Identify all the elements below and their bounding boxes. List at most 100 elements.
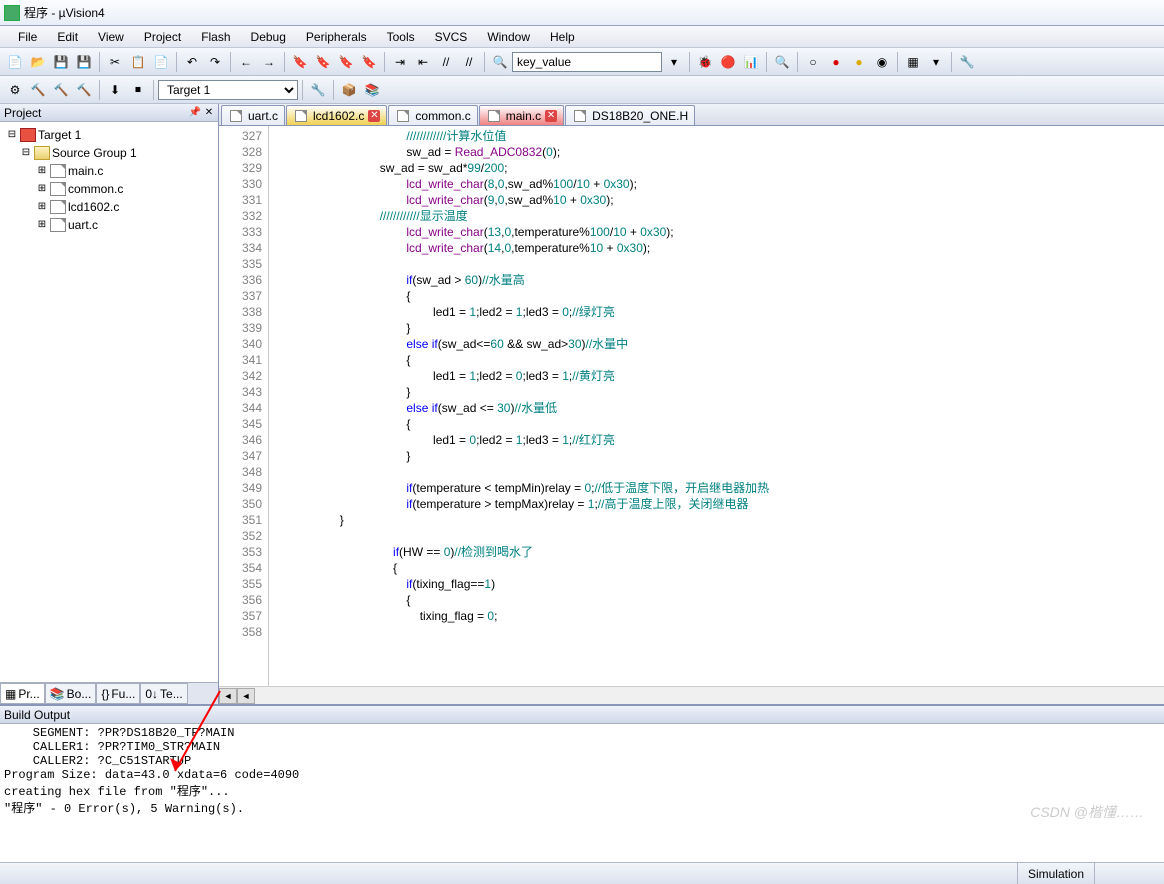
menu-window[interactable]: Window — [477, 28, 540, 46]
project-tab[interactable]: 📚Bo... — [45, 683, 97, 704]
file-tab[interactable]: uart.c — [221, 105, 285, 125]
tree-file-label: uart.c — [68, 218, 98, 232]
menu-peripherals[interactable]: Peripherals — [296, 28, 377, 46]
window-layout-dd-icon[interactable]: ▾ — [925, 51, 947, 73]
tree-group[interactable]: ⊟ Source Group 1 — [4, 144, 214, 162]
bookmark-next-icon[interactable]: 🔖 — [335, 51, 357, 73]
window-layout-icon[interactable]: ▦ — [902, 51, 924, 73]
tree-toggle-icon[interactable]: ⊟ — [6, 129, 18, 141]
menu-help[interactable]: Help — [540, 28, 585, 46]
close-tab-icon[interactable]: ✕ — [368, 110, 380, 122]
pin-icon[interactable]: 📌 — [188, 106, 202, 120]
menu-debug[interactable]: Debug — [241, 28, 296, 46]
tree-target[interactable]: ⊟ Target 1 — [4, 126, 214, 144]
tree-toggle-icon[interactable]: ⊞ — [36, 201, 48, 213]
tab-icon: {} — [101, 687, 109, 701]
scroll-left-icon[interactable]: ◄ — [219, 688, 237, 704]
stop-build-icon[interactable]: ⏹ — [127, 79, 149, 101]
tree-file[interactable]: ⊞ common.c — [4, 180, 214, 198]
bookmark-clear-icon[interactable]: 🔖 — [358, 51, 380, 73]
project-tab[interactable]: {}Fu... — [96, 683, 140, 704]
code-content[interactable]: ////////////计算水位值 sw_ad = Read_ADC0832(0… — [269, 126, 1164, 686]
options-icon[interactable]: 🔧 — [307, 79, 329, 101]
status-empty — [1094, 863, 1164, 884]
rec-red-icon[interactable]: ● — [825, 51, 847, 73]
tab-label: Pr... — [18, 687, 39, 701]
menu-tools[interactable]: Tools — [377, 28, 425, 46]
tree-toggle-icon[interactable]: ⊟ — [20, 147, 32, 159]
batch-build-icon[interactable]: 🔨 — [73, 79, 95, 101]
tab-icon: ▦ — [5, 687, 16, 701]
horizontal-scrollbar[interactable]: ◄ ◄ — [219, 686, 1164, 704]
file-tab[interactable]: DS18B20_ONE.H — [565, 105, 695, 125]
rec-yellow-icon[interactable]: ● — [848, 51, 870, 73]
save-icon[interactable]: 💾 — [50, 51, 72, 73]
find-dropdown-icon[interactable]: ▾ — [663, 51, 685, 73]
download-icon[interactable]: ⬇ — [104, 79, 126, 101]
redo-icon[interactable]: ↷ — [204, 51, 226, 73]
tree-file-label: common.c — [68, 182, 123, 196]
close-panel-icon[interactable]: ✕ — [202, 106, 216, 120]
new-file-icon[interactable]: 📄 — [4, 51, 26, 73]
rec-white-icon[interactable]: ○ — [802, 51, 824, 73]
code-editor[interactable]: 327 328 329 330 331 332 333 334 335 336 … — [219, 126, 1164, 686]
file-tab[interactable]: lcd1602.c✕ — [286, 105, 387, 125]
menu-svcs[interactable]: SVCS — [425, 28, 478, 46]
tree-file[interactable]: ⊞lcd1602.c — [4, 198, 214, 216]
undo-icon[interactable]: ↶ — [181, 51, 203, 73]
tree-toggle-icon[interactable]: ⊞ — [36, 165, 48, 177]
menu-flash[interactable]: Flash — [191, 28, 240, 46]
build-target-icon[interactable]: ⚙ — [4, 79, 26, 101]
open-file-icon[interactable]: 📂 — [27, 51, 49, 73]
build-output-body[interactable]: SEGMENT: ?PR?DS18B20_TF?MAIN CALLER1: ?P… — [0, 724, 1164, 862]
build-output-title: Build Output — [4, 708, 70, 722]
project-panel-tabs: ▦Pr...📚Bo...{}Fu...0↓Te... — [0, 682, 218, 704]
menu-view[interactable]: View — [88, 28, 134, 46]
outdent-icon[interactable]: ⇤ — [412, 51, 434, 73]
books-icon[interactable]: 📚 — [361, 79, 383, 101]
target-select[interactable]: Target 1 — [158, 80, 298, 100]
project-panel-title: Project — [4, 106, 41, 120]
scroll-left2-icon[interactable]: ◄ — [237, 688, 255, 704]
copy-icon[interactable]: 📋 — [127, 51, 149, 73]
trace-icon[interactable]: 📊 — [740, 51, 762, 73]
c-file-icon — [574, 110, 586, 122]
menu-file[interactable]: File — [8, 28, 47, 46]
manage-icon[interactable]: 📦 — [338, 79, 360, 101]
file-tab[interactable]: main.c✕ — [479, 105, 564, 125]
tree-file[interactable]: ⊞main.c — [4, 162, 214, 180]
project-tab[interactable]: 0↓Te... — [140, 683, 187, 704]
bookmark-icon[interactable]: 🔖 — [289, 51, 311, 73]
zoom-icon[interactable]: 🔍 — [771, 51, 793, 73]
bookmark-prev-icon[interactable]: 🔖 — [312, 51, 334, 73]
cut-icon[interactable]: ✂ — [104, 51, 126, 73]
find-icon[interactable]: 🔍 — [489, 51, 511, 73]
indent-icon[interactable]: ⇥ — [389, 51, 411, 73]
rebuild-icon[interactable]: 🔨 — [50, 79, 72, 101]
tree-file[interactable]: ⊞ uart.c — [4, 216, 214, 234]
window-title: 程序 - µVision4 — [24, 4, 105, 21]
breakpoint-icon[interactable]: 🔴 — [717, 51, 739, 73]
comment-icon[interactable]: // — [435, 51, 457, 73]
project-tab[interactable]: ▦Pr... — [0, 683, 45, 704]
menu-project[interactable]: Project — [134, 28, 191, 46]
paste-icon[interactable]: 📄 — [150, 51, 172, 73]
tab-icon: 0↓ — [145, 687, 158, 701]
debug-icon[interactable]: 🐞 — [694, 51, 716, 73]
menu-edit[interactable]: Edit — [47, 28, 88, 46]
c-file-icon — [295, 110, 307, 122]
rec-multi-icon[interactable]: ◉ — [871, 51, 893, 73]
target-icon — [20, 128, 36, 142]
build-icon[interactable]: 🔨 — [27, 79, 49, 101]
find-input[interactable] — [512, 52, 662, 72]
file-tab[interactable]: common.c — [388, 105, 477, 125]
project-panel: Project 📌 ✕ ⊟ Target 1 ⊟ Source Group 1 … — [0, 104, 219, 704]
tree-toggle-icon[interactable]: ⊞ — [36, 183, 48, 195]
save-all-icon[interactable]: 💾 — [73, 51, 95, 73]
nav-fwd-icon[interactable]: → — [258, 51, 280, 73]
uncomment-icon[interactable]: // — [458, 51, 480, 73]
tree-toggle-icon[interactable]: ⊞ — [36, 219, 48, 231]
nav-back-icon[interactable]: ← — [235, 51, 257, 73]
close-tab-icon[interactable]: ✕ — [545, 110, 557, 122]
wrench-icon[interactable]: 🔧 — [956, 51, 978, 73]
